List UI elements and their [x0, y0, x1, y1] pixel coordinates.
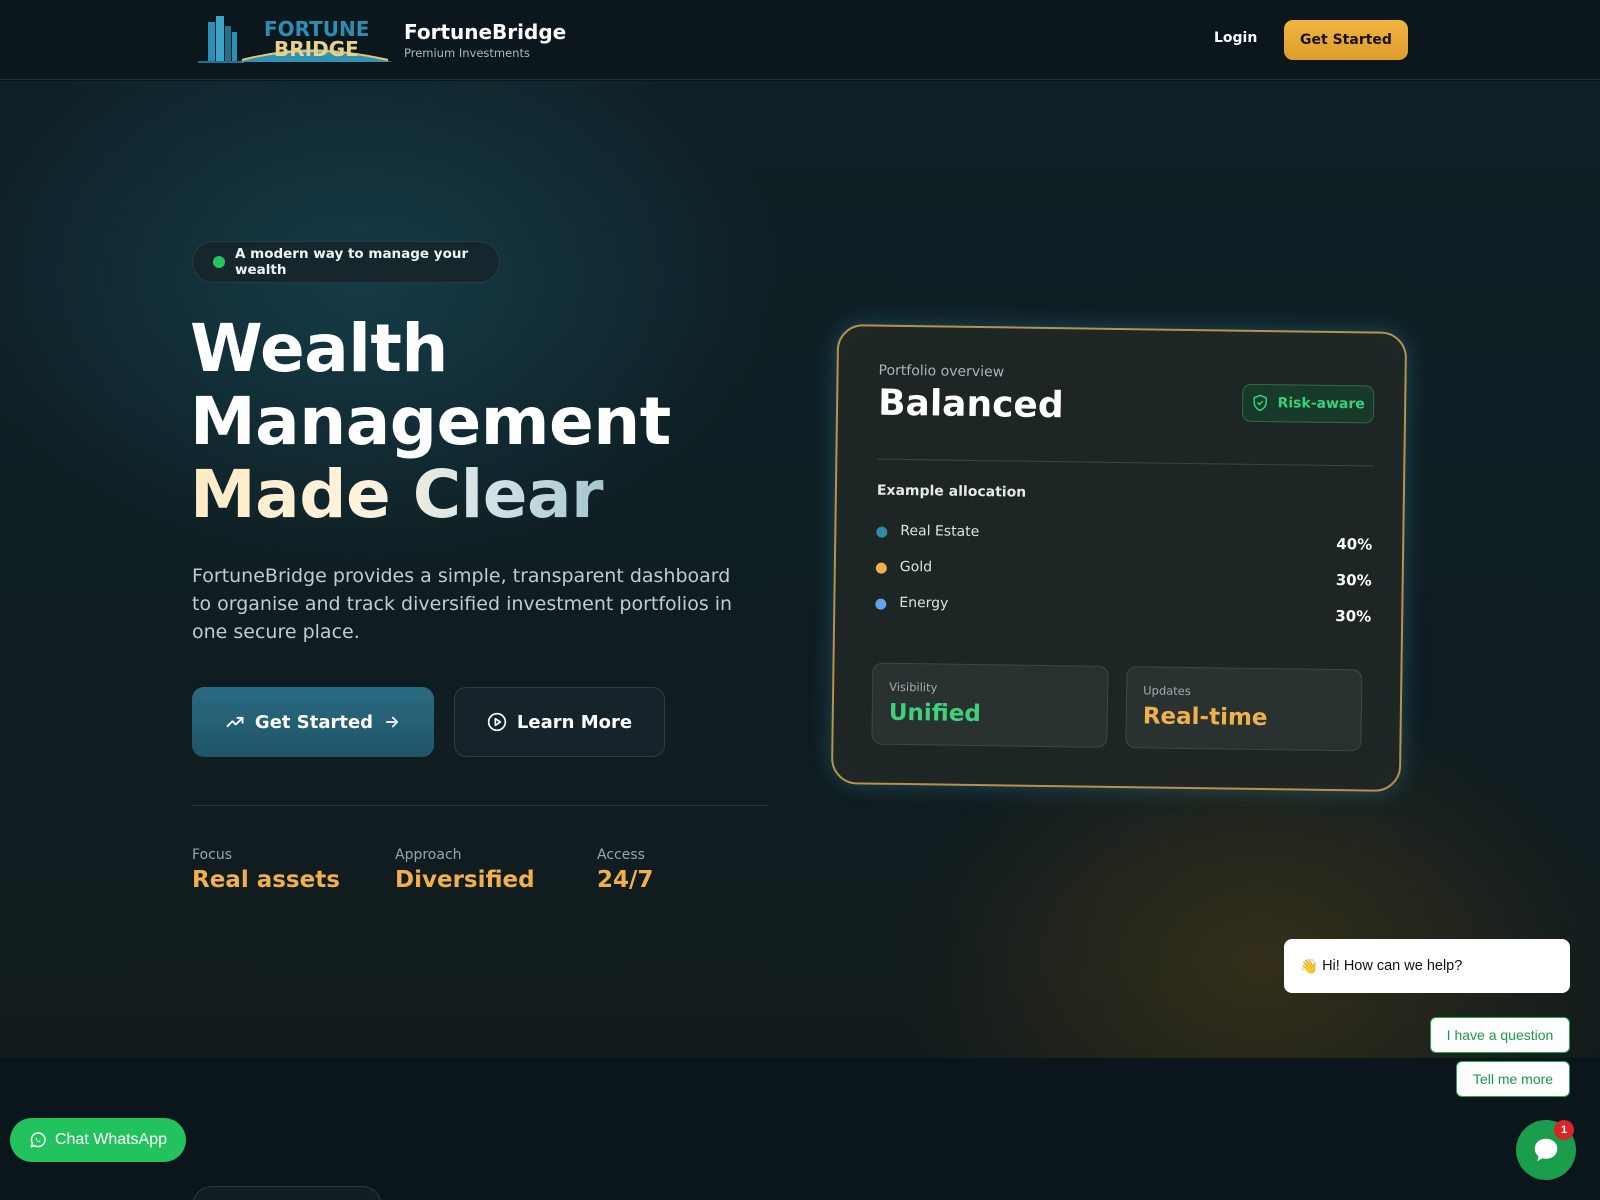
- metric-updates: Updates Real-time: [1125, 666, 1363, 752]
- whatsapp-chat-button[interactable]: Chat WhatsApp: [10, 1118, 186, 1162]
- trending-up-icon: [226, 716, 244, 728]
- allocation-row-real-estate: Real Estate 40%: [876, 521, 1373, 554]
- allocation-title: Example allocation: [876, 482, 1027, 501]
- waving-hand-icon: 👋: [1300, 958, 1319, 975]
- quick-reply-tell-more[interactable]: Tell me more: [1456, 1061, 1570, 1097]
- allocation-name: Energy: [899, 594, 949, 612]
- brand-tagline: Premium Investments: [404, 46, 530, 60]
- site-header: FORTUNE BRIDGE FortuneBridge Premium Inv…: [0, 0, 1600, 80]
- chat-bubble-icon: [1534, 1138, 1558, 1162]
- allocation-color-dot: [875, 598, 887, 610]
- stat-label: Access: [597, 847, 645, 863]
- stat-label: Focus: [192, 847, 232, 863]
- allocation-color-dot: [876, 526, 888, 538]
- chat-greeting-bubble: 👋 Hi! How can we help?: [1284, 939, 1570, 993]
- allocation-percent: 30%: [1335, 607, 1372, 626]
- hero-title-line1: Wealth: [190, 310, 448, 387]
- stat-focus: Focus Real assets: [192, 847, 340, 893]
- stat-value: Diversified: [395, 867, 535, 893]
- brand-logo[interactable]: FORTUNE BRIDGE: [198, 14, 392, 64]
- metric-value: Unified: [888, 699, 982, 728]
- portfolio-card-subtitle: Portfolio overview: [878, 362, 1005, 381]
- hero-title-line2: Management: [190, 383, 671, 460]
- allocation-percent: 40%: [1336, 535, 1373, 554]
- stat-value: 24/7: [597, 867, 654, 893]
- status-dot-icon: [213, 256, 225, 268]
- allocation-name: Real Estate: [900, 522, 980, 541]
- play-circle-icon: [487, 712, 507, 732]
- metric-label: Visibility: [889, 679, 938, 695]
- portfolio-card-title: Balanced: [877, 382, 1064, 427]
- allocation-row-gold: Gold 30%: [875, 557, 1372, 590]
- learn-more-label: Learn More: [516, 711, 633, 733]
- quick-reply-question[interactable]: I have a question: [1430, 1017, 1570, 1053]
- hero-title: Wealth Management Made Clear: [190, 312, 750, 531]
- allocation-name: Gold: [899, 558, 933, 576]
- svg-text:BRIDGE: BRIDGE: [274, 37, 359, 61]
- next-section-pill: [192, 1186, 382, 1200]
- metric-label: Updates: [1143, 683, 1191, 699]
- login-link[interactable]: Login: [1214, 30, 1257, 46]
- stat-label: Approach: [395, 847, 462, 863]
- hero-get-started-label: Get Started: [254, 711, 374, 733]
- hero-get-started-button[interactable]: Get Started: [192, 687, 434, 757]
- arrow-right-icon: [386, 716, 399, 728]
- chat-greeting-text: Hi! How can we help?: [1322, 958, 1463, 974]
- allocation-color-dot: [875, 562, 887, 574]
- header-get-started-button[interactable]: Get Started: [1284, 20, 1408, 60]
- metric-visibility: Visibility Unified: [871, 662, 1109, 748]
- notification-badge: 1: [1554, 1120, 1574, 1140]
- hero-pill: A modern way to manage your wealth: [192, 241, 500, 283]
- shield-check-icon: [1253, 394, 1268, 412]
- risk-badge: Risk-aware: [1241, 383, 1375, 424]
- whatsapp-chat-label: Chat WhatsApp: [54, 1131, 168, 1148]
- hero-description: FortuneBridge provides a simple, transpa…: [192, 565, 733, 643]
- stat-access: Access 24/7: [597, 847, 653, 893]
- card-divider: [877, 458, 1374, 467]
- whatsapp-icon: [30, 1132, 46, 1148]
- allocation-percent: 30%: [1335, 571, 1372, 590]
- stat-approach: Approach Diversified: [395, 847, 535, 893]
- hero-title-line3: Made Clear: [190, 458, 750, 531]
- portfolio-card: Portfolio overview Balanced Risk-aware E…: [830, 324, 1408, 792]
- brand-name: FortuneBridge: [404, 20, 567, 44]
- hero-divider: [192, 805, 768, 806]
- risk-badge-label: Risk-aware: [1277, 395, 1365, 413]
- hero-pill-label: A modern way to manage your wealth: [235, 246, 469, 278]
- learn-more-button[interactable]: Learn More: [454, 687, 665, 757]
- allocation-row-energy: Energy 30%: [875, 593, 1372, 626]
- next-section: [0, 1058, 1600, 1200]
- stat-value: Real assets: [192, 867, 340, 893]
- metric-value: Real-time: [1142, 703, 1268, 732]
